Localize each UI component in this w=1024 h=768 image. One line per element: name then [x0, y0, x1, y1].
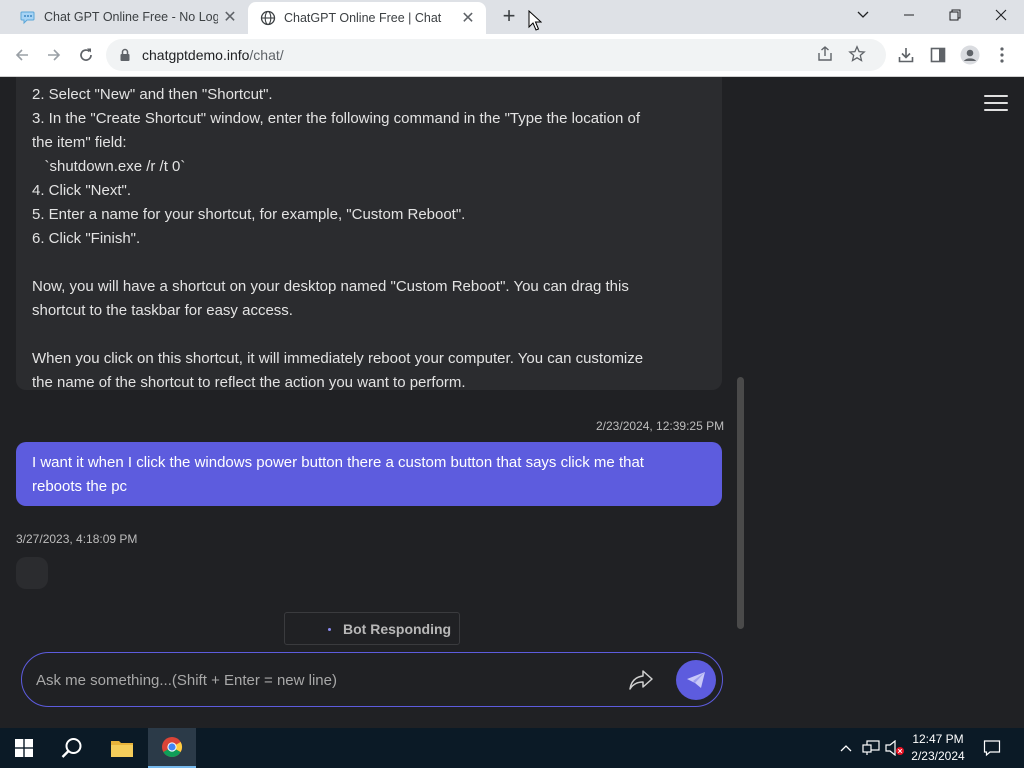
url-host: chatgptdemo.info [142, 47, 250, 63]
globe-icon [260, 10, 276, 26]
bot-message-line: 5. Enter a name for your shortcut, for e… [32, 206, 466, 223]
bot-message-line: 2. Select "New" and then "Shortcut". [32, 86, 273, 103]
lock-icon[interactable] [118, 48, 132, 62]
clock-date: 2/23/2024 [911, 749, 965, 763]
forward-arrow-icon[interactable] [41, 42, 67, 68]
side-panel-icon[interactable] [926, 43, 950, 67]
bot-responding-indicator: Bot Responding [284, 612, 460, 645]
browser-toolbar: chatgptdemo.info/chat/ [0, 34, 1024, 77]
search-icon[interactable] [48, 728, 96, 768]
send-button[interactable] [676, 660, 716, 700]
more-menu-icon[interactable] [990, 43, 1014, 67]
download-icon[interactable] [894, 43, 918, 67]
volume-muted-icon[interactable] [884, 728, 906, 768]
bot-message-line: 3. In the "Create Shortcut" window, ente… [32, 110, 640, 127]
tab-title: ChatGPT Online Free | Chat [284, 11, 442, 25]
chrome-taskbar-icon[interactable] [148, 728, 196, 768]
windows-taskbar: 12:47 PM 2/23/2024 [0, 728, 1024, 768]
paper-plane-icon [687, 672, 705, 688]
bot-message-line: Now, you will have a shortcut on your de… [32, 278, 629, 295]
scrollbar-thumb[interactable] [737, 377, 744, 629]
bot-message-line: the item" field: [32, 134, 127, 151]
address-bar[interactable]: chatgptdemo.info/chat/ [106, 39, 886, 71]
bot-message-line: 4. Click "Next". [32, 182, 132, 199]
share-page-icon[interactable] [816, 45, 834, 66]
bot-message-line: shortcut to the taskbar for easy access. [32, 302, 293, 319]
chat-bubble-icon [20, 11, 35, 25]
browser-tab-bar: Chat GPT Online Free - No Login ✕ ChatGP… [0, 0, 1024, 34]
network-icon[interactable] [860, 728, 882, 768]
tab-title: Chat GPT Online Free - No Login [44, 10, 218, 24]
tab-search-icon[interactable] [840, 0, 886, 30]
mouse-pointer-icon [528, 10, 542, 31]
file-explorer-icon[interactable] [98, 728, 146, 768]
user-message-timestamp: 2/23/2024, 12:39:25 PM [596, 419, 725, 433]
reload-icon[interactable] [73, 42, 99, 68]
close-tab-icon[interactable]: ✕ [218, 7, 242, 27]
loading-dot-icon [328, 628, 331, 631]
tab-chat-gpt-no-login[interactable]: Chat GPT Online Free - No Login ✕ [8, 0, 248, 34]
hamburger-menu-icon[interactable] [984, 95, 1008, 115]
close-window-icon[interactable] [978, 0, 1024, 30]
message-input[interactable] [36, 666, 606, 694]
new-tab-button[interactable]: + [497, 5, 521, 29]
bot-message-line: 6. Click "Finish". [32, 230, 141, 247]
windows-start-icon[interactable] [0, 728, 48, 768]
bot-message-timestamp: 3/27/2023, 4:18:09 PM [16, 532, 138, 546]
typing-indicator [16, 557, 48, 589]
tab-chatgpt-chat[interactable]: ChatGPT Online Free | Chat ✕ [248, 2, 486, 34]
bookmark-star-icon[interactable] [848, 45, 866, 66]
chevron-up-icon[interactable] [836, 728, 856, 768]
user-message-line: reboots the pc [32, 478, 128, 495]
message-input-box [21, 652, 723, 707]
bot-message-line: the name of the shortcut to reflect the … [32, 374, 466, 391]
minimize-icon[interactable] [886, 0, 932, 30]
bot-responding-label: Bot Responding [343, 620, 452, 637]
user-message-line: I want it when I click the windows power… [32, 454, 644, 471]
bot-message-line: When you click on this shortcut, it will… [32, 350, 644, 367]
close-tab-icon[interactable]: ✕ [456, 8, 480, 28]
chat-page: 2. Select "New" and then "Shortcut". 3. … [0, 77, 1024, 728]
profile-avatar-icon[interactable] [958, 43, 982, 67]
url-path: /chat/ [249, 47, 284, 63]
restore-icon[interactable] [932, 0, 978, 30]
bot-message: 2. Select "New" and then "Shortcut". 3. … [16, 77, 722, 391]
bot-message-line: `shutdown.exe /r /t 0` [32, 158, 186, 175]
back-arrow-icon[interactable] [9, 42, 35, 68]
user-message: I want it when I click the windows power… [16, 442, 722, 506]
share-arrow-icon[interactable] [626, 666, 656, 694]
notification-icon[interactable] [978, 728, 1006, 768]
system-clock[interactable]: 12:47 PM 2/23/2024 [906, 731, 970, 765]
clock-time: 12:47 PM [912, 732, 964, 746]
